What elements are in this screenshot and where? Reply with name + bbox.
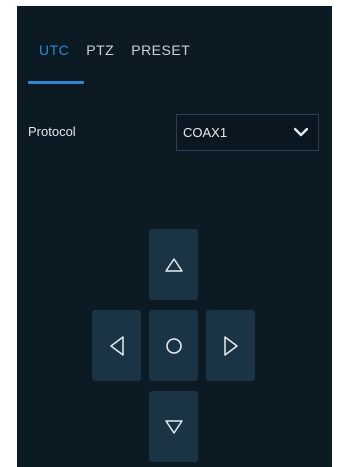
pan-down-button[interactable]	[149, 391, 198, 462]
triangle-right-icon	[223, 335, 238, 356]
pan-right-button[interactable]	[206, 310, 255, 381]
pan-left-button[interactable]	[92, 310, 141, 381]
protocol-label: Protocol	[28, 124, 76, 139]
triangle-down-icon	[164, 419, 183, 434]
tab-bar: UTC PTZ PRESET	[39, 42, 190, 58]
ptz-center-button[interactable]	[149, 310, 198, 381]
tab-utc[interactable]: UTC	[39, 42, 69, 58]
triangle-up-icon	[164, 257, 183, 272]
protocol-select-value: COAX1	[183, 125, 228, 140]
tab-preset[interactable]: PRESET	[131, 42, 190, 58]
circle-icon	[165, 337, 182, 354]
protocol-select[interactable]: COAX1	[176, 114, 319, 151]
active-tab-indicator	[28, 81, 84, 84]
tab-ptz[interactable]: PTZ	[86, 42, 114, 58]
chevron-down-icon	[294, 127, 308, 137]
pan-up-button[interactable]	[149, 229, 198, 300]
triangle-left-icon	[109, 335, 124, 356]
control-panel: UTC PTZ PRESET Protocol COAX1	[17, 6, 332, 467]
